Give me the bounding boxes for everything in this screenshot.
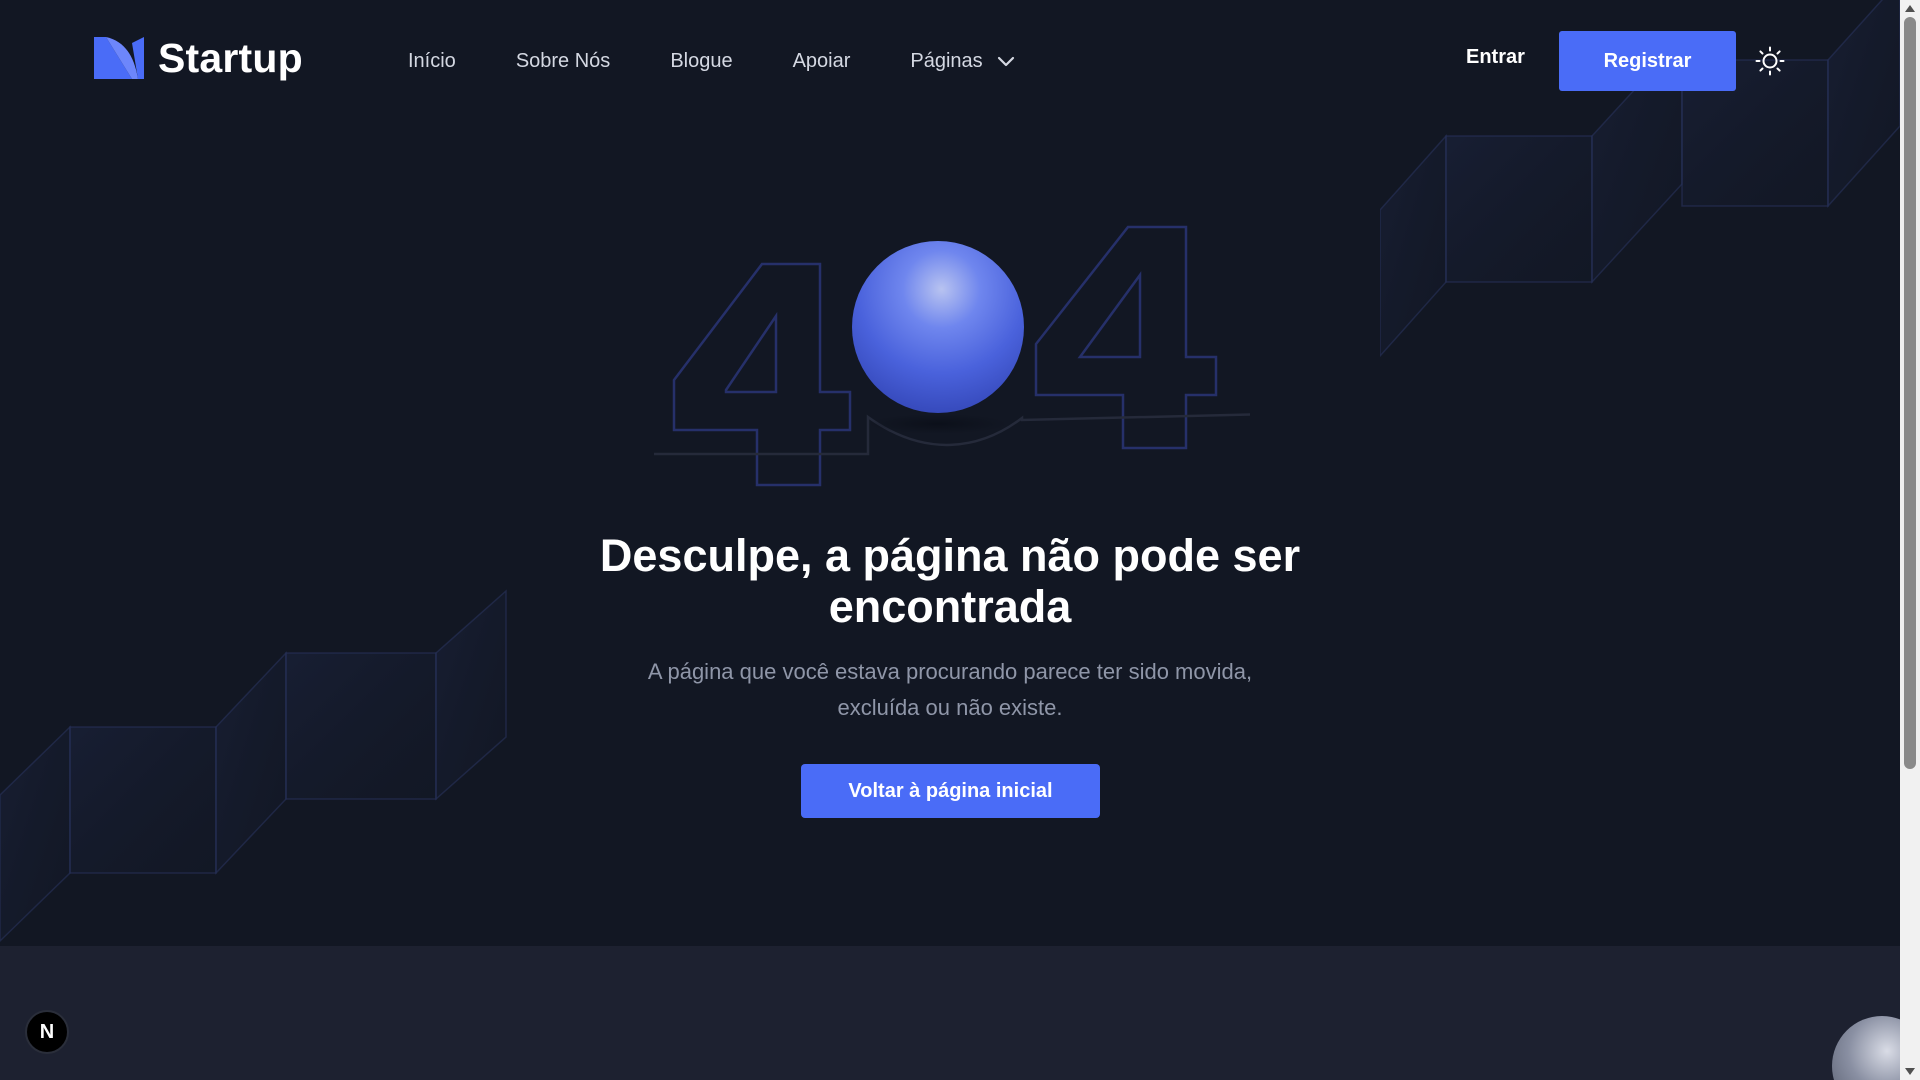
brand-logo[interactable]: Startup — [94, 34, 303, 82]
sun-icon[interactable] — [1755, 46, 1785, 76]
footer-band — [0, 946, 1900, 1080]
site-header: Startup Início Sobre Nós Blogue Apoiar P… — [0, 0, 1900, 122]
scroll-down-arrow-icon[interactable] — [1900, 1063, 1920, 1080]
signup-button[interactable]: Registrar — [1559, 31, 1736, 91]
nav-item-sobre-nos[interactable]: Sobre Nós — [516, 50, 611, 73]
main-nav: Início Sobre Nós Blogue Apoiar Páginas — [408, 44, 1075, 78]
nav-item-label: Páginas — [910, 49, 983, 72]
nav-item-label: Apoiar — [792, 49, 851, 72]
signin-link[interactable]: Entrar — [1466, 46, 1525, 69]
error-title: Desculpe, a página não pode ser encontra… — [599, 530, 1301, 632]
logo-icon — [94, 37, 144, 79]
error-404-illustration — [654, 225, 1250, 487]
nav-item-inicio[interactable]: Início — [408, 50, 456, 73]
scrollbar-thumb[interactable] — [1904, 17, 1916, 769]
scroll-up-arrow-icon[interactable] — [1900, 0, 1920, 17]
back-home-button[interactable]: Voltar à página inicial — [801, 764, 1100, 818]
nav-item-label: Sobre Nós — [515, 49, 611, 72]
nav-item-apoiar[interactable]: Apoiar — [793, 50, 851, 73]
vertical-scrollbar[interactable] — [1900, 0, 1920, 1080]
nextjs-dev-badge[interactable]: N — [25, 1010, 69, 1054]
nav-item-label: Blogue — [670, 49, 733, 72]
chevron-down-icon — [997, 56, 1014, 67]
brand-name: Startup — [158, 34, 303, 81]
error-description: A página que você estava procurando pare… — [647, 659, 1253, 720]
nav-item-paginas-dropdown[interactable]: Páginas — [910, 50, 1014, 73]
page: Startup Início Sobre Nós Blogue Apoiar P… — [0, 0, 1920, 1080]
decorative-cubes-bottom-left — [0, 589, 507, 943]
nav-item-label: Início — [408, 49, 456, 72]
dev-badge-label: N — [39, 1020, 55, 1043]
nav-item-blogue[interactable]: Blogue — [670, 50, 732, 73]
hero-section: Startup Início Sobre Nós Blogue Apoiar P… — [0, 0, 1900, 946]
